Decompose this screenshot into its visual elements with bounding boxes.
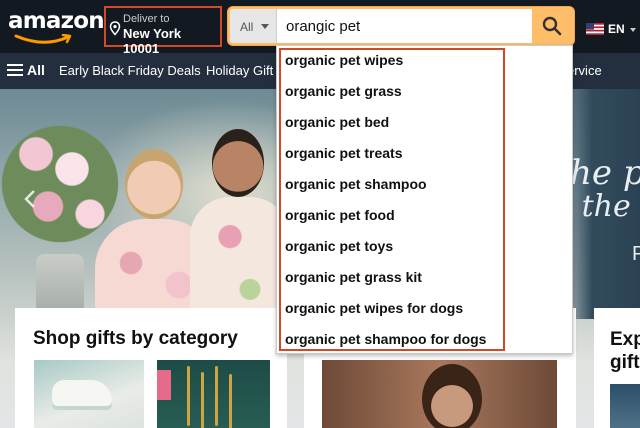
explore-gifts-card[interactable]: Exp gift [594, 308, 640, 428]
suggestion-item[interactable]: organic pet grass kit [285, 265, 422, 289]
hamburger-menu-icon [7, 64, 23, 77]
smile-arrow-icon [14, 34, 72, 44]
search-icon [542, 16, 562, 36]
deliver-location-text: New York 10001 [123, 26, 182, 56]
shop-gifts-by-category-card[interactable]: Shop gifts by category [15, 308, 287, 428]
card-title: Exp gift [610, 329, 640, 373]
caret-down-icon [630, 28, 636, 32]
suggestion-item[interactable]: organic pet wipes [285, 48, 403, 72]
card-title: Shop gifts by category [33, 328, 238, 349]
deliver-to-location[interactable]: Deliver to New York 10001 [104, 6, 222, 56]
logo-text: amazon [8, 8, 105, 34]
hero-person-right-image [190, 129, 290, 329]
location-pin-icon [109, 21, 121, 36]
language-label: EN [608, 22, 625, 36]
search-category-dropdown[interactable]: All [230, 9, 277, 43]
all-menu-label: All [27, 62, 45, 78]
nav-link-holiday-gift[interactable]: Holiday Gift [206, 63, 273, 78]
suggestion-item[interactable]: organic pet toys [285, 234, 393, 258]
nav-link-early-black-friday-deals[interactable]: Early Black Friday Deals [59, 63, 201, 78]
search-suggestions-dropdown: organic pet wipes organic pet grass orga… [276, 45, 573, 354]
deliver-to-label: Deliver to [123, 13, 170, 25]
hero-headline-line1: he peop [570, 153, 640, 193]
suggestion-item[interactable]: organic pet food [285, 203, 395, 227]
model-image [422, 364, 482, 428]
hero-subtext: P [632, 243, 640, 265]
search-button[interactable] [532, 9, 572, 43]
chevron-left-icon[interactable] [22, 189, 38, 209]
shoe-image [52, 380, 112, 406]
suggestion-item[interactable]: organic pet wipes for dogs [285, 296, 463, 320]
suggestion-item[interactable]: organic pet treats [285, 141, 402, 165]
suggestion-item[interactable]: organic pet shampoo for dogs [285, 327, 486, 351]
us-flag-icon [586, 23, 604, 35]
caret-down-icon [261, 24, 269, 29]
fashion-image[interactable] [322, 360, 557, 428]
search-bar: All [228, 7, 574, 45]
category-tile-shoes[interactable] [34, 360, 144, 428]
suggestion-item[interactable]: organic pet grass [285, 79, 402, 103]
search-category-label: All [240, 20, 254, 34]
suggestion-item[interactable]: organic pet bed [285, 110, 389, 134]
cup-image [157, 370, 171, 400]
category-tile-kitchen[interactable] [157, 360, 270, 428]
suggestion-item[interactable]: organic pet shampoo [285, 172, 427, 196]
explore-image[interactable] [610, 384, 640, 428]
search-input[interactable] [278, 9, 534, 43]
amazon-logo[interactable]: amazon [8, 6, 105, 48]
